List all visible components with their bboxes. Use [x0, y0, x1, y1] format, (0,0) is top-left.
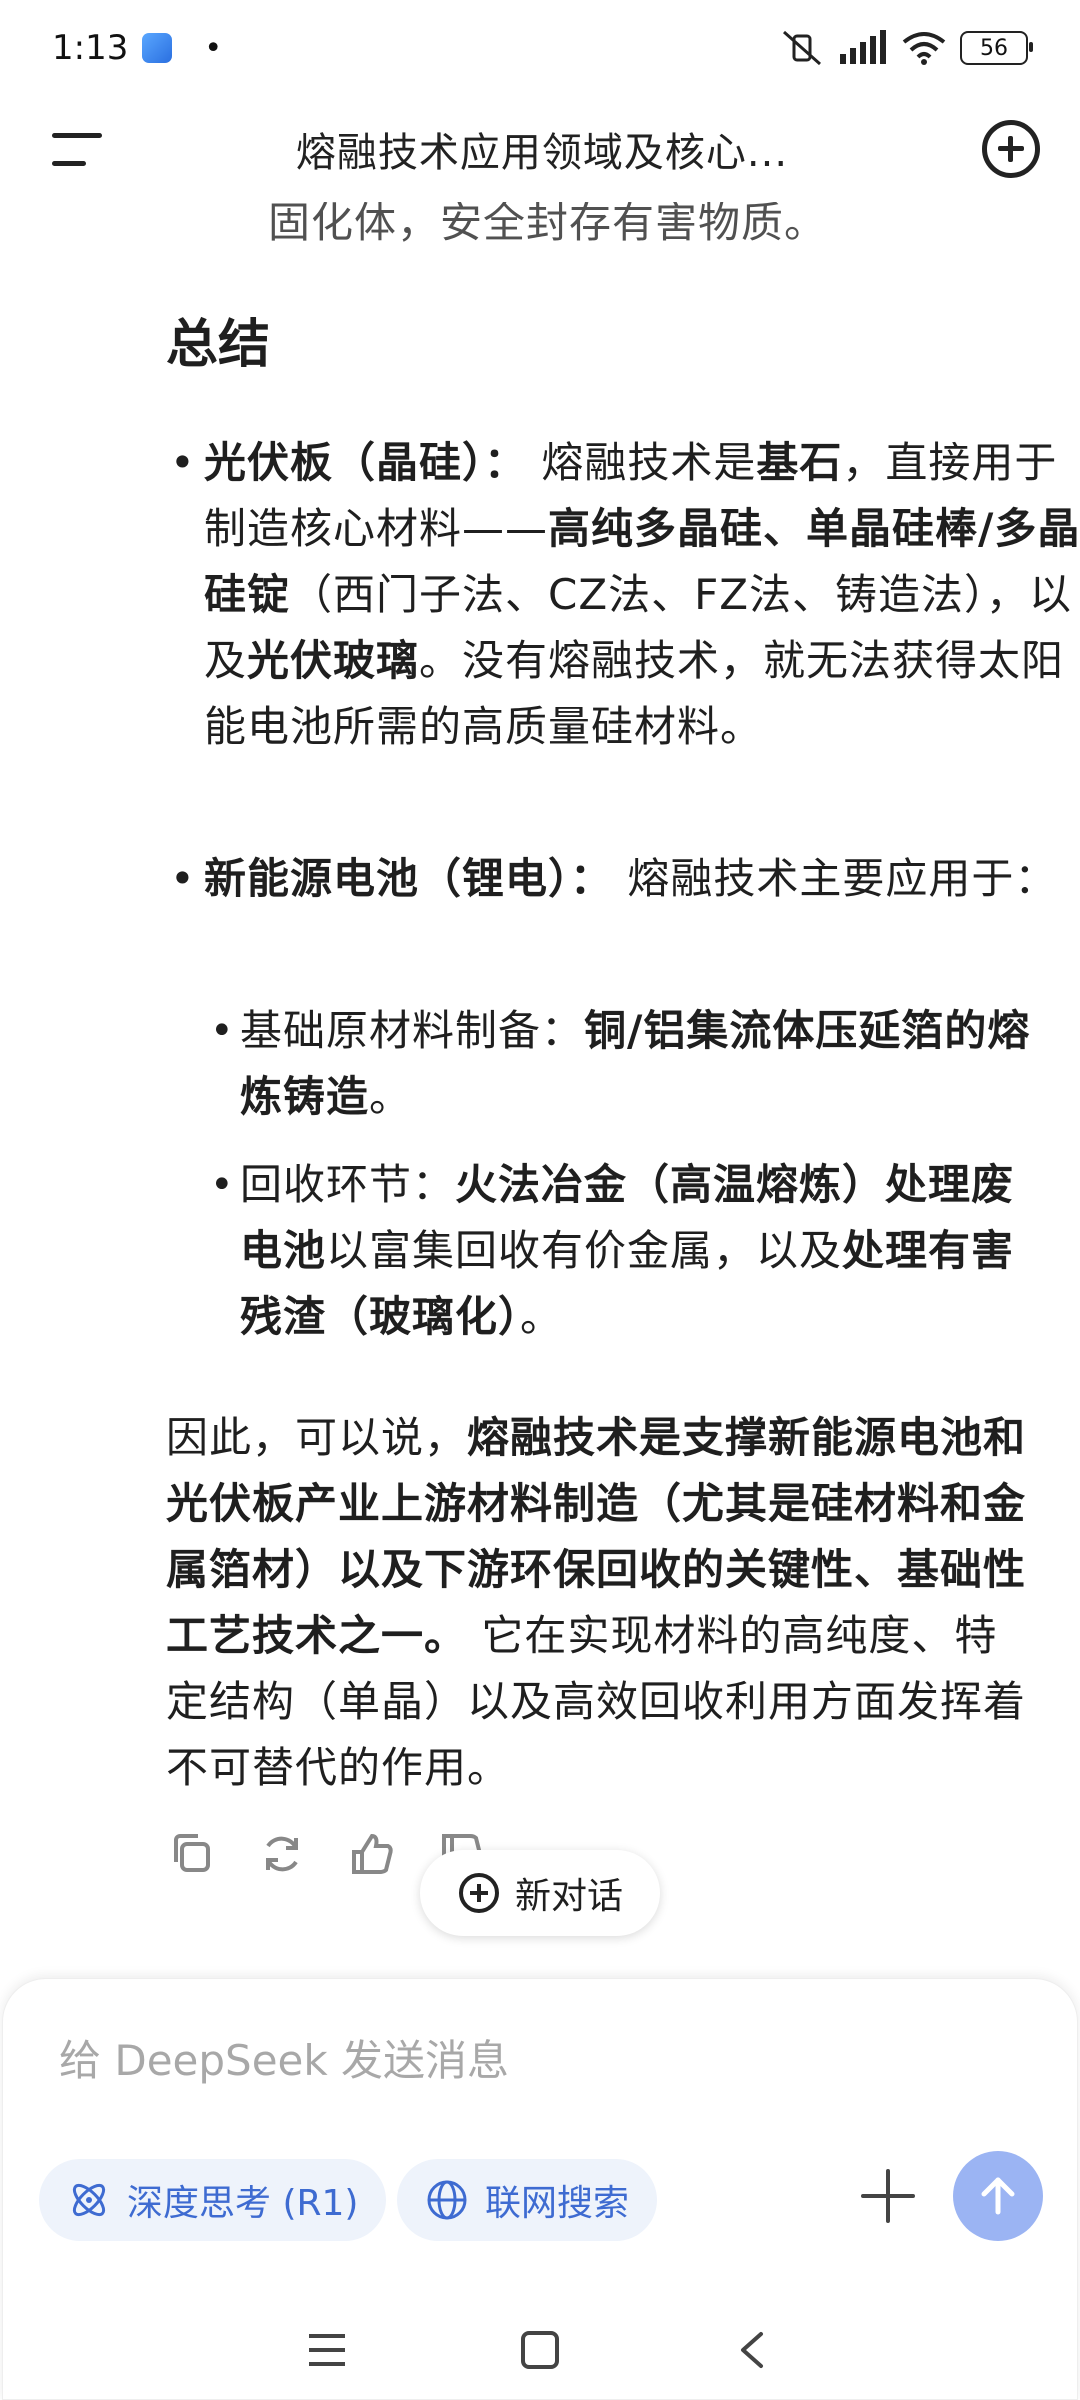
text: 回收环节：: [240, 1160, 456, 1209]
globe-icon: [427, 2180, 467, 2220]
system-nav-bar: [0, 2300, 1080, 2400]
text: 熔融技术主要应用于：: [613, 854, 1058, 903]
regenerate-icon[interactable]: [258, 1830, 306, 1878]
deep-think-label: 深度思考 (R1): [127, 2183, 359, 2224]
back-icon[interactable]: [733, 2330, 773, 2370]
mute-vibrate-icon: [783, 30, 821, 66]
summary-heading: 总结: [166, 315, 271, 375]
bold-text: 基石: [756, 438, 843, 487]
battery-label: 新能源电池（锂电）：: [204, 854, 614, 903]
arrow-up-icon: [981, 2177, 1015, 2215]
chat-header: 熔融技术应用领域及核心...: [0, 96, 1080, 202]
new-chat-button[interactable]: 新对话: [420, 1850, 660, 1936]
status-bar: 1:13 • 56: [0, 0, 1080, 96]
sub-bullet-dot: •: [210, 1162, 235, 1208]
app-root: 1:13 • 56 熔融技术应用领域及核心... 固化体，安全封存有害物质。 总…: [0, 0, 1080, 2400]
web-search-toggle[interactable]: 联网搜索: [397, 2159, 658, 2241]
text: 基础原材料制备：: [240, 1006, 585, 1055]
deep-think-toggle[interactable]: 深度思考 (R1): [39, 2159, 387, 2241]
sub-bullet-dot: •: [210, 1008, 235, 1054]
battery-icon: 56: [960, 31, 1033, 65]
list-item-battery: • 新能源电池（锂电）： 熔融技术主要应用于：: [170, 846, 1080, 912]
signal-icon: [840, 30, 886, 64]
menu-icon[interactable]: [52, 129, 102, 169]
thumbs-up-icon[interactable]: [348, 1830, 396, 1878]
conclusion-paragraph: 因此，可以说，熔融技术是支撑新能源电池和光伏板产业上游材料制造（尤其是硅材料和金…: [166, 1405, 1036, 1801]
app-notification-icon: [142, 33, 173, 63]
new-chat-label: 新对话: [514, 1876, 623, 1917]
copy-icon[interactable]: [168, 1830, 216, 1878]
atom-icon: [72, 2183, 106, 2217]
chat-title[interactable]: 熔融技术应用领域及核心...: [296, 120, 788, 178]
sub-item-materials: • 基础原材料制备：铜/铝集流体压延箔的熔炼铸造。: [210, 998, 1040, 1130]
bullet-dot: •: [170, 854, 196, 903]
new-chat-plus-icon: [458, 1873, 499, 1913]
home-icon[interactable]: [520, 2330, 560, 2370]
status-right: 56: [780, 30, 1033, 66]
web-search-label: 联网搜索: [485, 2183, 630, 2224]
recent-apps-icon[interactable]: [307, 2330, 347, 2370]
text: 因此，可以说，: [166, 1413, 468, 1462]
message-input[interactable]: 给 DeepSeek 发送消息: [59, 2027, 509, 2088]
sub-item-recycling: • 回收环节：火法冶金（高温熔炼）处理废电池以富集回收有价金属，以及处理有害残渣…: [210, 1152, 1040, 1350]
attach-plus-icon[interactable]: [861, 2169, 915, 2223]
send-button[interactable]: [953, 2151, 1043, 2241]
wifi-icon: [902, 32, 946, 65]
battery-level: 56: [980, 35, 1008, 61]
text: 。: [369, 1072, 413, 1121]
text: 熔融技术是: [527, 438, 757, 487]
text: 以富集回收有价金属，以及: [326, 1226, 843, 1275]
text: 。: [520, 1292, 564, 1341]
list-item-pv: • 光伏板（晶硅）： 熔融技术是基石，直接用于制造核心材料——高纯多晶硅、单晶硅…: [170, 430, 1080, 760]
bullet-dot: •: [170, 438, 196, 487]
status-time: 1:13: [52, 28, 129, 68]
dot-icon: •: [204, 30, 223, 66]
new-chat-icon[interactable]: [982, 120, 1040, 178]
status-left: 1:13 •: [52, 28, 222, 68]
pv-label: 光伏板（晶硅）：: [204, 438, 528, 487]
bold-text: 光伏玻璃: [247, 636, 420, 685]
